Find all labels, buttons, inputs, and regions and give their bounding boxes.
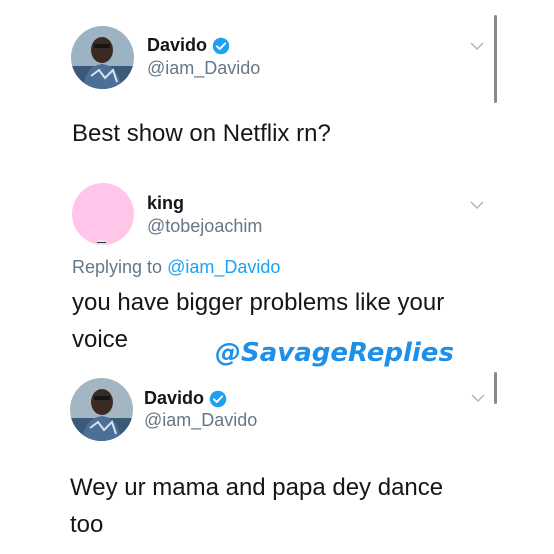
- chevron-down-icon[interactable]: [470, 201, 484, 210]
- display-name-text: king: [147, 193, 185, 213]
- flag-icon: [97, 240, 106, 245]
- display-name-text: Davido: [144, 388, 205, 408]
- scrollbar-bottom[interactable]: [494, 372, 497, 404]
- user-handle[interactable]: @iam_Davido: [147, 58, 260, 79]
- display-name[interactable]: Davido: [147, 35, 230, 56]
- avatar[interactable]: [72, 183, 134, 245]
- avatar-photo-davido: [70, 378, 133, 441]
- replying-to-link[interactable]: @iam_Davido: [167, 257, 280, 277]
- display-name[interactable]: Davido: [144, 388, 227, 409]
- display-name-text: Davido: [147, 35, 208, 55]
- watermark: @SavageReplies: [215, 338, 454, 368]
- display-name[interactable]: king: [147, 193, 184, 214]
- verified-badge-icon: [212, 37, 230, 54]
- replying-to-label: Replying to: [72, 257, 168, 277]
- avatar[interactable]: [71, 26, 134, 89]
- user-handle[interactable]: @iam_Davido: [144, 410, 257, 431]
- chevron-down-icon[interactable]: [471, 394, 485, 403]
- scrollbar-top[interactable]: [494, 15, 497, 103]
- tweet-text: Best show on Netflix rn?: [72, 120, 331, 147]
- avatar-photo-davido: [71, 26, 134, 89]
- replying-to: Replying to @iam_Davido: [72, 257, 280, 278]
- user-handle[interactable]: @tobejoachim: [147, 216, 262, 237]
- verified-badge-icon: [209, 390, 227, 407]
- avatar[interactable]: [70, 378, 133, 441]
- chevron-down-icon[interactable]: [470, 42, 484, 51]
- tweet-text: Wey ur mama and papa dey dance too: [70, 474, 444, 538]
